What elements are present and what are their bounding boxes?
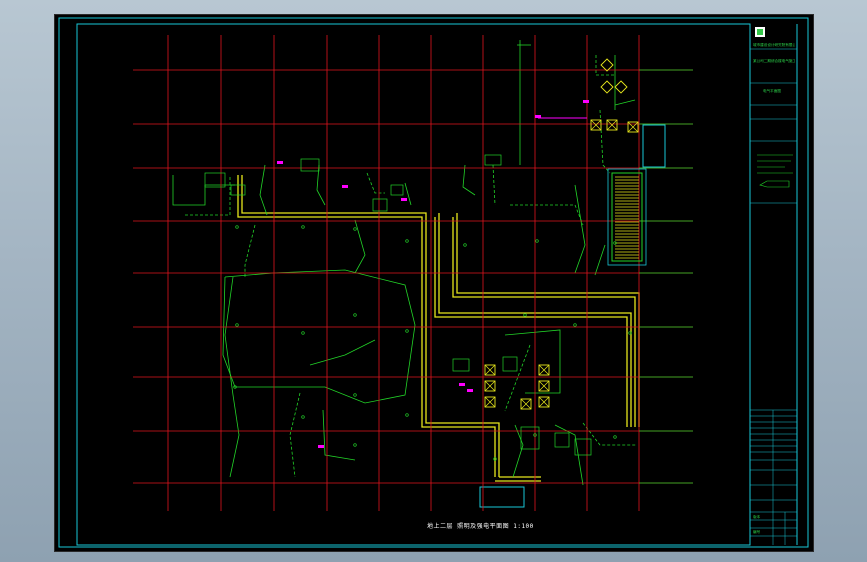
wiring-15 [574,184,586,274]
wiring-8 [492,164,496,206]
light-fixture-5 [463,243,467,247]
ladder-outline [607,168,647,266]
room-outline-6 [484,154,502,166]
light-fixture-21 [353,443,357,447]
magenta-marker-6 [318,445,324,448]
magenta-marker-4 [459,383,465,386]
wiring-12 [322,409,356,461]
magenta-marker-3 [401,198,407,201]
wall-2 [241,175,500,477]
light-fixture-20 [613,435,617,439]
light-fixture-9 [301,331,305,335]
wiring-7 [462,164,476,196]
wiring-14 [504,344,531,412]
axis-grid [133,35,693,511]
wiring-13 [504,329,561,394]
title-block-company: 城市建设设计研究院有限公司 [753,43,795,47]
wiring-27 [354,219,366,274]
wiring-17 [510,204,584,226]
drawing-title: 地上二层 照明及强电平面图 1:100 [427,523,534,530]
room-outline-10 [554,432,570,448]
title-block-sheet-no: 编号 [753,530,761,534]
light-fixture-13 [573,323,577,327]
cad-viewport[interactable]: 地上二层 照明及强电平面图 1:100 城市建设设计研究院有限公司 某公司二期综… [54,14,814,552]
magenta-marker-2 [342,185,348,188]
wiring-5 [366,172,385,194]
magenta-marker-5 [467,389,473,392]
wall-3 [434,217,628,427]
green-wiring-layer [172,40,637,486]
wiring-21 [614,99,636,106]
cabinet-box [642,124,666,168]
wiring-2 [185,175,231,216]
title-block [749,24,798,545]
light-fixture-18 [405,413,409,417]
light-fixture-8 [235,323,239,327]
wiring-9 [222,269,416,404]
room-outline-5 [390,184,404,196]
wiring-29 [595,55,615,76]
light-fixture-4 [405,239,409,243]
room-outline-4 [372,198,388,212]
title-block-project: 某公司二期综合楼电气施工图 [753,59,795,63]
room-outline-7 [452,358,470,372]
light-fixture-3 [353,227,357,231]
light-fixture-6 [535,239,539,243]
stair-box [479,486,525,508]
wiring-20 [599,109,611,174]
wiring-25 [309,339,376,366]
diamond-symbol-2 [600,80,614,94]
wiring-1 [172,175,235,206]
title-block-revision: 版本 [753,515,761,519]
floor-plan-drawing [58,17,809,548]
light-fixture-11 [405,329,409,333]
light-fixture-12 [523,313,527,317]
room-outline-8 [502,356,518,372]
outer-frame [58,17,809,548]
title-block-drawing-name: 电气平面图 [763,89,781,93]
magenta-marker-8 [583,100,589,103]
wiring-3 [259,164,268,216]
light-fixture-10 [353,313,357,317]
logo-mark [757,29,763,35]
wiring-26 [244,224,256,277]
diamond-symbol-1 [600,58,614,72]
light-fixture-2 [301,225,305,229]
wiring-11 [289,392,301,478]
room-outline-9 [520,426,540,450]
diamond-symbol-3 [614,80,628,94]
wiring-6 [404,182,412,206]
room-outline-11 [574,438,592,456]
light-fixture-1 [235,225,239,229]
inner-frame [76,23,751,546]
room-outline-3 [300,158,320,172]
light-fixture-17 [353,393,357,397]
wiring-16 [594,244,606,276]
magenta-marker-1 [277,161,283,164]
wiring-24 [512,424,524,478]
light-fixture-16 [301,415,305,419]
